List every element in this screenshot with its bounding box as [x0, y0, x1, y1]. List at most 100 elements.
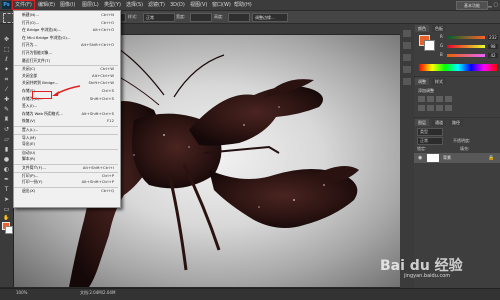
file-menu-item[interactable]: 打印(P)... Ctrl+P [14, 171, 118, 179]
file-menu-item[interactable]: 关闭(C) Ctrl+W [14, 65, 118, 72]
levels-icon[interactable] [427, 96, 434, 102]
style-select[interactable]: 正常 [143, 13, 175, 22]
file-menu-item[interactable]: 恢复(V) F12 [14, 118, 118, 124]
blend-mode-select[interactable]: 正常 [417, 137, 443, 145]
paragraph-panel-icon[interactable] [403, 66, 411, 73]
eraser-tool-icon[interactable]: ▱ [2, 136, 11, 144]
move-tool-icon[interactable]: ✥ [2, 36, 11, 44]
properties-panel-icon[interactable] [403, 42, 411, 49]
color-spectrum[interactable] [419, 64, 497, 71]
tab-layers[interactable]: 图层 [415, 119, 429, 126]
width-input[interactable] [190, 13, 212, 22]
r-value[interactable]: 232 [488, 35, 498, 40]
file-menu-item[interactable]: 导入(M) [14, 133, 118, 141]
b-value[interactable]: 42 [488, 53, 498, 58]
menu-type[interactable]: 类型(Y) [102, 1, 123, 9]
workspace-selector[interactable]: 基本功能 [456, 1, 488, 10]
r-slider[interactable] [447, 36, 485, 39]
healing-brush-icon[interactable]: ✚ [2, 96, 11, 104]
panel-icon-strip [400, 24, 415, 288]
menu-item-shortcut: Alt+Shift+Ctrl+O [80, 42, 114, 48]
height-input[interactable] [228, 13, 250, 22]
color-panel-background-swatch[interactable] [424, 40, 435, 51]
history-brush-icon[interactable]: ↺ [2, 126, 11, 134]
tab-adjustments[interactable]: 调整 [415, 78, 429, 85]
menu-item-label: 打印(P)... [22, 172, 39, 178]
menu-file[interactable]: 文件(F) [12, 0, 35, 10]
visibility-eye-icon[interactable]: ◉ [418, 155, 422, 161]
file-menu-item[interactable]: 关闭全部 Alt+Ctrl+W [14, 73, 118, 79]
fill-label: 填充: [460, 146, 470, 151]
file-menu-item[interactable]: 存储为 Web 所用格式... Alt+Shift+Ctrl+S [14, 111, 118, 117]
status-bar [0, 288, 500, 300]
file-menu-item[interactable]: 打印一份(Y) Alt+Shift+Ctrl+P [14, 179, 118, 185]
tab-swatches[interactable]: 色板 [432, 25, 446, 32]
menu-item-label: 退出(X) [22, 187, 36, 193]
eyedropper-icon[interactable]: ⁄ [2, 86, 11, 94]
hue-saturation-icon[interactable] [427, 105, 434, 111]
dodge-tool-icon[interactable]: ◐ [2, 166, 11, 174]
path-select-icon[interactable]: ➤ [2, 196, 11, 204]
brightness-icon[interactable] [418, 96, 425, 102]
exposure-icon[interactable] [445, 96, 452, 102]
file-menu-item[interactable]: 置入(L)... [14, 126, 118, 133]
zoom-level[interactable]: 100% [16, 290, 27, 295]
background-color-swatch[interactable] [5, 226, 13, 234]
menu-image[interactable]: 图像(I) [58, 1, 77, 9]
tab-channels[interactable]: 通道 [432, 119, 446, 126]
character-panel-icon[interactable] [403, 54, 411, 61]
vibrance-icon[interactable] [418, 105, 425, 111]
clone-stamp-icon[interactable]: ♜ [2, 116, 11, 124]
menu-help[interactable]: 帮助(H) [232, 1, 254, 9]
tab-paths[interactable]: 路径 [449, 119, 463, 126]
file-menu-item[interactable]: 在 Bridge 中浏览(B)... Alt+Ctrl+O [14, 27, 118, 33]
file-menu-item[interactable]: 签入(I)... [14, 103, 118, 109]
g-slider[interactable] [447, 45, 485, 48]
crop-tool-icon[interactable]: ⌗ [2, 76, 11, 84]
shape-tool-icon[interactable]: ▭ [2, 206, 11, 214]
refine-edge-button[interactable]: 调整边缘... [252, 13, 288, 22]
file-menu-item[interactable]: 在 Mini Bridge 中浏览(G)... [14, 35, 118, 41]
marquee-tool-icon[interactable]: ⬚ [2, 46, 11, 54]
brush-tool-icon[interactable]: ✎ [2, 106, 11, 114]
b-slider[interactable] [447, 54, 485, 57]
file-menu-item[interactable]: 文件简介(F)... Alt+Shift+Ctrl+I [14, 164, 118, 171]
menu-layer[interactable]: 图层(L) [80, 1, 101, 9]
file-menu-item[interactable]: 脚本(R) [14, 156, 118, 162]
blur-tool-icon[interactable]: ● [2, 156, 11, 164]
brush-panel-icon[interactable] [403, 78, 411, 85]
file-menu-item[interactable]: 自动(U) [14, 148, 118, 156]
file-menu-item[interactable]: 打开(O)... Ctrl+O [14, 20, 118, 26]
layer-kind-filter[interactable]: 类型 [417, 128, 443, 136]
file-menu-item[interactable]: 退出(X) Ctrl+Q [14, 186, 118, 194]
tab-color[interactable]: 颜色 [415, 25, 429, 32]
menu-3d[interactable]: 3D(D) [168, 1, 187, 9]
lasso-tool-icon[interactable]: ℓ [2, 56, 11, 64]
file-menu-item[interactable]: 打开为... Alt+Shift+Ctrl+O [14, 42, 118, 48]
file-menu-item[interactable]: 打开为智能对象... [14, 50, 118, 56]
gradient-tool-icon[interactable]: ▮ [2, 146, 11, 154]
menu-item-label: 文件简介(F)... [22, 165, 46, 170]
document-info[interactable]: 文档:2.04M/2.04M [80, 290, 115, 296]
black-white-icon[interactable] [445, 105, 452, 111]
magic-wand-icon[interactable]: ✦ [2, 66, 11, 74]
color-balance-icon[interactable] [436, 105, 443, 111]
width-label: 宽度: [176, 14, 186, 19]
pen-tool-icon[interactable]: ✒ [2, 176, 11, 184]
menu-filter[interactable]: 滤镜(T) [146, 1, 167, 9]
history-panel-icon[interactable] [403, 30, 411, 37]
curves-icon[interactable] [436, 96, 443, 102]
menu-item-label: 在 Bridge 中浏览(B)... [22, 27, 62, 33]
menu-item-label: 打开为智能对象... [22, 50, 53, 55]
type-tool-icon[interactable]: T [2, 186, 11, 194]
file-menu-item[interactable]: 导出(E) [14, 141, 118, 147]
menu-edit[interactable]: 编辑(E) [36, 1, 57, 9]
menu-select[interactable]: 选择(S) [124, 1, 145, 9]
file-menu-item[interactable]: 新建(N)... Ctrl+N [14, 12, 118, 18]
menu-window[interactable]: 窗口(W) [210, 1, 233, 9]
tab-styles[interactable]: 样式 [432, 78, 446, 85]
hand-tool-icon[interactable]: ✋ [2, 214, 11, 222]
file-menu-item[interactable]: 最近打开文件(T) [14, 58, 118, 64]
g-value[interactable]: 98 [488, 44, 498, 49]
menu-view[interactable]: 视图(V) [188, 1, 209, 9]
